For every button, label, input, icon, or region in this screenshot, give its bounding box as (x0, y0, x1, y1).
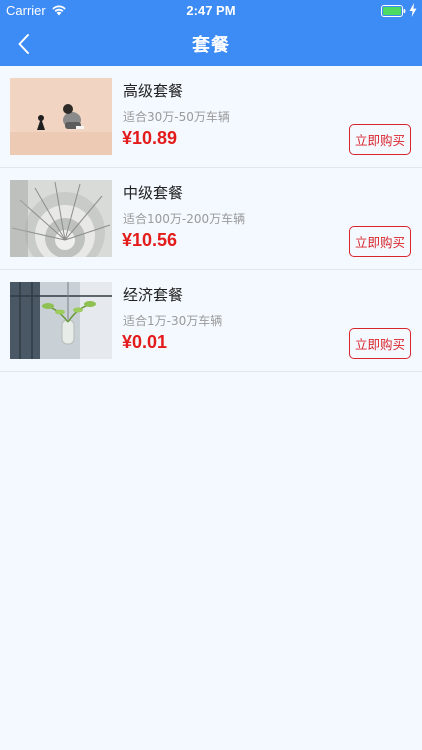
package-price: ¥10.89 (122, 128, 178, 148)
package-photo (10, 180, 112, 257)
package-range: 适合1万-30万车辆 (123, 314, 223, 328)
package-name: 中级套餐 (123, 184, 184, 202)
buy-now-button[interactable]: 立即购买 (349, 328, 411, 359)
page-title: 套餐 (192, 35, 230, 56)
package-item-premium[interactable]: 高级套餐 适合30万-50万车辆 ¥10.89 立即购买 (0, 66, 422, 168)
package-range: 适合30万-50万车辆 (123, 110, 230, 124)
package-name: 经济套餐 (123, 286, 184, 304)
package-range: 适合100万-200万车辆 (123, 212, 246, 226)
package-price: ¥10.56 (122, 230, 178, 250)
status-bar: Carrier 2:47 PM (0, 0, 422, 22)
nav-bar: 套餐 (0, 22, 422, 66)
package-thumbnail (10, 282, 112, 359)
package-item-standard[interactable]: 中级套餐 适合100万-200万车辆 ¥10.56 立即购买 (0, 168, 422, 270)
package-thumbnail (10, 180, 112, 257)
package-price: ¥0.01 (122, 332, 168, 352)
buy-now-button[interactable]: 立即购买 (349, 124, 411, 155)
header: Carrier 2:47 PM 套餐 (0, 0, 422, 66)
charging-bolt-icon (409, 3, 417, 17)
package-name: 高级套餐 (123, 82, 184, 100)
package-list: 高级套餐 适合30万-50万车辆 ¥10.89 立即购买 中级套餐 适合100万… (0, 66, 422, 372)
package-thumbnail (10, 78, 112, 155)
package-photo (10, 78, 112, 155)
package-photo (10, 282, 112, 359)
battery-icon (381, 5, 406, 17)
buy-now-button[interactable]: 立即购买 (349, 226, 411, 257)
package-item-economy[interactable]: 经济套餐 适合1万-30万车辆 ¥0.01 立即购买 (0, 270, 422, 372)
status-time: 2:47 PM (186, 3, 236, 18)
